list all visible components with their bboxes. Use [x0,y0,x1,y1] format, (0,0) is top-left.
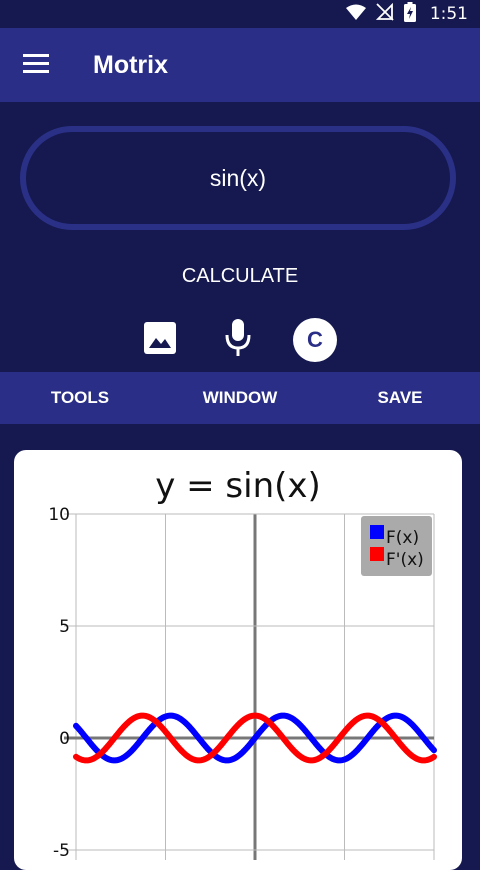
expression-text: sin(x) [209,164,267,191]
function-plot[interactable]: 10 5 0 -5 F(x)F'(x) [14,450,462,870]
hamburger-menu-icon [23,53,49,78]
y-tick-label: 5 [59,617,70,637]
y-tick-label: 0 [59,729,70,749]
image-button[interactable] [142,321,178,360]
legend-label-1: F(x) [386,528,419,548]
tool-bar: TOOLS WINDOW SAVE [0,372,480,424]
y-tick-label: 10 [48,505,70,525]
clear-button[interactable]: C [293,318,337,362]
calculate-button[interactable]: CALCULATE [0,258,480,294]
battery-charging-icon [403,1,416,27]
microphone-button[interactable] [223,318,253,363]
tab-window[interactable]: WINDOW [160,388,320,408]
expression-input[interactable]: sin(x) [20,126,456,230]
app-title: Motrix [93,50,168,79]
tab-tools[interactable]: TOOLS [0,388,160,408]
tab-save[interactable]: SAVE [320,388,480,408]
legend-swatch-1 [370,525,384,539]
microphone-icon [224,318,252,363]
app-bar: Motrix [0,28,480,102]
no-signal-icon [375,2,394,26]
wifi-icon [345,4,366,25]
status-time: 1:51 [429,4,468,24]
menu-button[interactable] [0,28,72,102]
action-icon-row: C [0,318,480,362]
y-tick-label: -5 [53,841,70,861]
graph-card: y = sin(x) 10 5 0 -5 F(x) F'(x) [14,450,462,870]
legend-label-2: F'(x) [386,550,424,570]
status-bar: 1:51 [0,0,480,28]
image-icon [143,321,177,360]
legend-swatch-2 [370,547,384,561]
